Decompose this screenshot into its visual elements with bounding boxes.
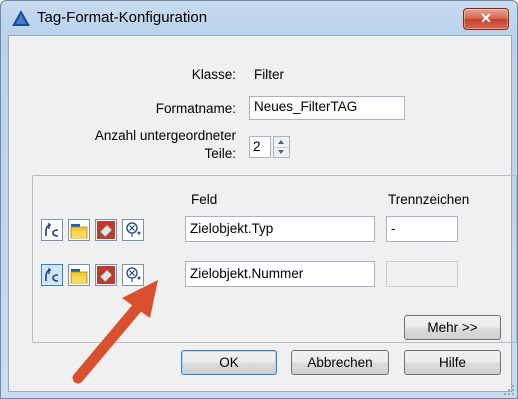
trennzeichen-input-1[interactable]: -	[386, 216, 458, 242]
anzahl-label-line2: Teile:	[204, 146, 236, 161]
spinner-down-button[interactable]	[274, 147, 289, 157]
formatname-label: Formatname:	[155, 101, 236, 116]
title-bar[interactable]: Tag-Format-Konfiguration ✕	[1, 1, 517, 35]
chevron-up-icon	[278, 140, 284, 144]
feld-column-header: Feld	[191, 192, 218, 207]
close-icon: ✕	[480, 10, 492, 26]
folder-icon	[70, 224, 88, 239]
folder-icon	[70, 269, 88, 284]
anzahl-input[interactable]: 2	[249, 136, 271, 158]
app-icon	[12, 10, 30, 26]
feld-input-2[interactable]: Zielobjekt.Nummer	[185, 261, 375, 287]
klasse-value: Filter	[254, 67, 284, 82]
property-picker-button[interactable]	[122, 264, 144, 286]
mehr-button[interactable]: Mehr >>	[404, 315, 501, 340]
paint-bucket-button[interactable]	[95, 264, 117, 286]
property-picker-icon	[126, 222, 141, 237]
abbrechen-button[interactable]: Abbrechen	[291, 350, 389, 375]
anzahl-label-line1: Anzahl untergeordneter	[94, 128, 236, 143]
formula-icon	[45, 223, 59, 237]
formula-button-selected[interactable]	[41, 264, 63, 286]
paint-bucket-button[interactable]	[95, 219, 117, 241]
property-picker-icon	[126, 267, 141, 282]
hilfe-button[interactable]: Hilfe	[404, 350, 501, 375]
formatname-input[interactable]: Neues_FilterTAG	[249, 96, 405, 120]
paint-bucket-icon	[97, 221, 115, 239]
formula-icon	[45, 268, 59, 282]
chevron-down-icon	[278, 150, 284, 154]
trennzeichen-input-2[interactable]	[386, 261, 458, 287]
close-button[interactable]: ✕	[463, 8, 509, 30]
resize-grip-icon[interactable]	[503, 384, 515, 396]
property-picker-button[interactable]	[122, 219, 144, 241]
folder-button[interactable]	[68, 264, 90, 286]
feld-input-1[interactable]: Zielobjekt.Typ	[185, 216, 375, 242]
paint-bucket-icon	[97, 266, 115, 284]
klasse-label: Klasse:	[191, 67, 236, 82]
folder-button[interactable]	[68, 219, 90, 241]
ok-button[interactable]: OK	[181, 350, 277, 375]
trennzeichen-column-header: Trennzeichen	[388, 192, 470, 207]
anzahl-spinner[interactable]	[273, 136, 290, 158]
dialog-window: Tag-Format-Konfiguration ✕ Klasse: Filte…	[0, 0, 518, 399]
window-title: Tag-Format-Konfiguration	[37, 9, 208, 26]
formula-button[interactable]	[41, 219, 63, 241]
